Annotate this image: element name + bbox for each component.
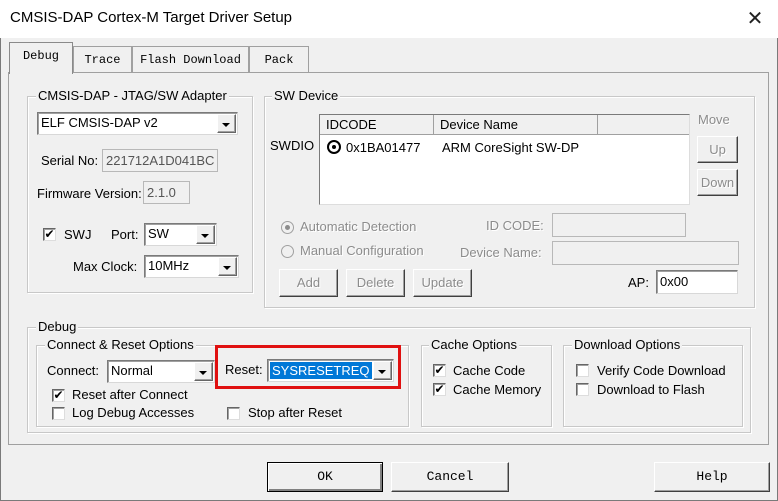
reset-after-connect-label: Reset after Connect	[72, 387, 188, 402]
chevron-down-icon[interactable]	[218, 257, 237, 276]
idcode-field	[552, 213, 686, 237]
download-options-legend: Download Options	[572, 337, 683, 352]
port-select[interactable]: SW	[144, 223, 217, 246]
download-flash-label: Download to Flash	[597, 382, 705, 397]
firmware-field: 2.1.0	[143, 181, 190, 204]
window-title: CMSIS-DAP Cortex-M Target Driver Setup	[10, 9, 293, 26]
verify-download-checkbox[interactable]	[576, 364, 589, 377]
sw-device-list[interactable]: IDCODE Device Name 0x1BA01477 ARM CoreSi…	[319, 114, 690, 205]
auto-detect-radio[interactable]	[281, 221, 294, 234]
cache-legend: Cache Options	[429, 337, 519, 352]
manual-config-radio[interactable]	[281, 245, 294, 258]
log-debug-checkbox[interactable]	[52, 407, 65, 420]
ok-button[interactable]: OK	[267, 462, 383, 492]
down-button[interactable]: Down	[697, 169, 738, 196]
table-row[interactable]: 0x1BA01477 ARM CoreSight SW-DP	[322, 137, 682, 157]
serial-label: Serial No:	[41, 153, 99, 168]
tab-pack[interactable]: Pack	[249, 46, 309, 72]
column-header-idcode[interactable]: IDCODE	[320, 115, 434, 135]
row-device-name: ARM CoreSight SW-DP	[442, 140, 580, 155]
manual-config-label: Manual Configuration	[300, 243, 424, 258]
adapter-select[interactable]: ELF CMSIS-DAP v2	[37, 112, 238, 135]
tab-trace[interactable]: Trace	[73, 46, 132, 72]
cache-code-label: Cache Code	[453, 363, 526, 378]
verify-download-label: Verify Code Download	[597, 363, 726, 378]
cache-memory-checkbox[interactable]: ✔	[433, 383, 446, 396]
chevron-down-icon[interactable]	[217, 114, 236, 133]
highlight-box	[215, 345, 401, 389]
update-button[interactable]: Update	[413, 269, 472, 297]
adapter-legend: CMSIS-DAP - JTAG/SW Adapter	[36, 88, 229, 103]
adapter-select-value: ELF CMSIS-DAP v2	[41, 115, 158, 130]
maxclock-label: Max Clock:	[73, 259, 138, 274]
connect-select[interactable]: Normal	[107, 360, 215, 383]
connect-select-value: Normal	[111, 363, 153, 378]
swj-checkbox[interactable]: ✔	[43, 228, 56, 241]
close-icon[interactable]: ✕	[740, 5, 770, 33]
help-button[interactable]: Help	[654, 462, 770, 492]
cancel-button[interactable]: Cancel	[391, 462, 509, 492]
log-debug-label: Log Debug Accesses	[72, 405, 195, 420]
reset-after-connect-checkbox[interactable]: ✔	[52, 389, 65, 402]
maxclock-select[interactable]: 10MHz	[144, 255, 239, 278]
serial-field: 221712A1D041BC	[102, 149, 218, 172]
ap-label: AP:	[628, 275, 649, 290]
connect-reset-legend: Connect & Reset Options	[45, 337, 196, 352]
stop-after-reset-checkbox[interactable]	[227, 407, 240, 420]
device-name-label: Device Name:	[460, 245, 542, 260]
stop-after-reset-label: Stop after Reset	[248, 405, 342, 420]
tab-debug[interactable]: Debug	[9, 42, 73, 74]
sw-device-legend: SW Device	[272, 88, 341, 103]
move-label: Move	[698, 112, 730, 127]
firmware-label: Firmware Version:	[37, 186, 142, 201]
connect-label: Connect:	[47, 363, 100, 378]
cache-memory-label: Cache Memory	[453, 382, 542, 397]
column-header-device-name[interactable]: Device Name	[434, 115, 598, 135]
debug-legend: Debug	[36, 319, 79, 334]
cache-code-checkbox[interactable]: ✔	[433, 364, 446, 377]
target-dot-icon	[332, 145, 336, 149]
idcode-label: ID CODE:	[486, 218, 544, 233]
column-header-empty	[598, 115, 689, 135]
download-flash-checkbox[interactable]	[576, 383, 589, 396]
swj-label: SWJ	[64, 227, 92, 242]
maxclock-select-value: 10MHz	[148, 258, 190, 273]
chevron-down-icon[interactable]	[196, 225, 215, 244]
port-label: Port:	[111, 227, 139, 242]
port-select-value: SW	[148, 226, 169, 241]
up-button[interactable]: Up	[697, 136, 738, 163]
auto-detect-label: Automatic Detection	[300, 219, 417, 234]
add-button[interactable]: Add	[279, 269, 338, 297]
chevron-down-icon[interactable]	[194, 362, 213, 381]
row-idcode: 0x1BA01477	[346, 140, 421, 155]
ap-field[interactable]: 0x00	[656, 270, 738, 294]
delete-button[interactable]: Delete	[346, 269, 405, 297]
swdio-label: SWDIO	[270, 138, 315, 153]
tab-flash-download[interactable]: Flash Download	[132, 46, 249, 72]
device-name-field	[552, 241, 739, 265]
